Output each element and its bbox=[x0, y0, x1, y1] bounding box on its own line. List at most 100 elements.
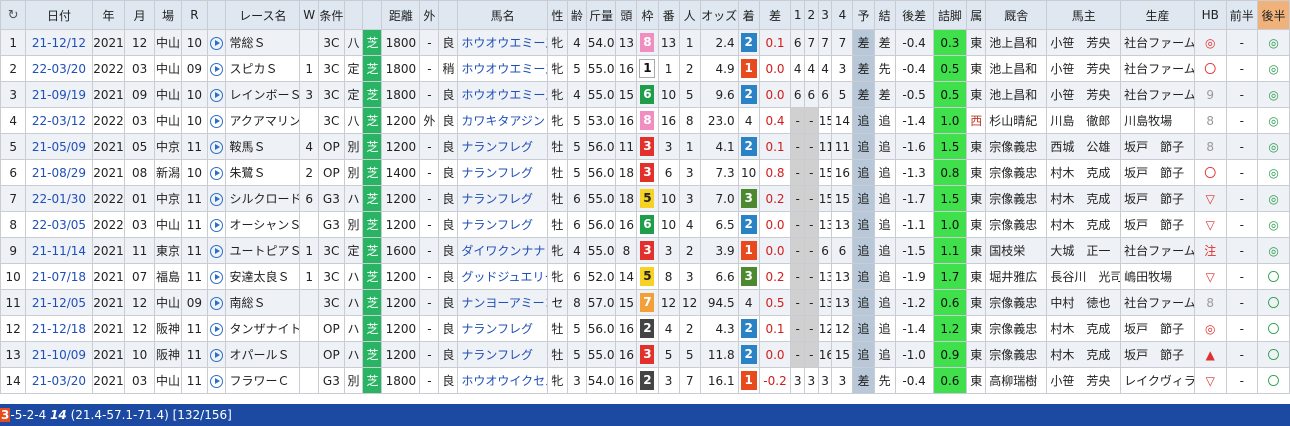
cell-breeder[interactable]: レイクヴィラ bbox=[1120, 367, 1195, 394]
cell-breeder[interactable]: 社台ファーム bbox=[1120, 237, 1195, 264]
cell-horse[interactable]: ナランフレグ bbox=[457, 133, 548, 160]
col-month[interactable]: 月 bbox=[124, 0, 155, 30]
col-out[interactable]: 外 bbox=[419, 0, 440, 30]
play-icon[interactable] bbox=[210, 218, 223, 232]
cell-kyusha[interactable]: 国枝栄 bbox=[985, 237, 1048, 264]
col-breeder[interactable]: 生産 bbox=[1120, 0, 1195, 30]
cell-breeder[interactable]: 坂戸 節子 bbox=[1120, 185, 1195, 212]
col-state[interactable] bbox=[438, 0, 459, 30]
video-cell[interactable] bbox=[206, 55, 227, 82]
cell-date[interactable]: 21-12/18 bbox=[25, 315, 93, 342]
col-odds[interactable]: オッズ bbox=[699, 0, 739, 30]
cell-kyusha[interactable]: 宗像義忠 bbox=[985, 211, 1048, 238]
cell-owner[interactable]: 西城 公雄 bbox=[1046, 133, 1122, 160]
play-icon[interactable] bbox=[210, 36, 223, 50]
cell-race-name[interactable]: 常総Ｓ bbox=[225, 29, 301, 56]
cell-kyusha[interactable]: 池上昌和 bbox=[985, 29, 1048, 56]
cell-kyusha[interactable]: 宗像義忠 bbox=[985, 341, 1048, 368]
cell-race-name[interactable]: 鞍馬Ｓ bbox=[225, 133, 301, 160]
col-owner[interactable]: 馬主 bbox=[1046, 0, 1122, 30]
cell-horse[interactable]: ダイワクンナナ bbox=[457, 237, 548, 264]
cell-owner[interactable]: 村木 克成 bbox=[1046, 159, 1122, 186]
col-zoku[interactable]: 属 bbox=[966, 0, 987, 30]
cell-breeder[interactable]: 坂戸 節子 bbox=[1120, 315, 1195, 342]
col-kohan[interactable]: 後差 bbox=[894, 0, 934, 30]
cell-kyusha[interactable]: 宗像義忠 bbox=[985, 289, 1048, 316]
table-row[interactable]: 9 21-11/14 2021 11 東京 11 ユートピアＳ 1 3C 定芝 1600- 良ダイワク… bbox=[0, 237, 1290, 264]
cell-owner[interactable]: 村木 克成 bbox=[1046, 211, 1122, 238]
cell-race-name[interactable]: アクアマリン bbox=[225, 107, 301, 134]
table-row[interactable]: 6 21-08/29 2021 08 新潟 10 朱鷺Ｓ 2 OP 別芝 1400- 良ナランフレグ牡… bbox=[0, 159, 1290, 186]
cell-kyusha[interactable]: 池上昌和 bbox=[985, 81, 1048, 108]
col-horse[interactable]: 馬名 bbox=[457, 0, 548, 30]
cell-breeder[interactable]: 坂戸 節子 bbox=[1120, 133, 1195, 160]
col-kohan2[interactable]: 後半 bbox=[1257, 0, 1290, 30]
col-ketsu[interactable]: 結 bbox=[873, 0, 896, 30]
cell-breeder[interactable]: 社台ファーム bbox=[1120, 289, 1195, 316]
col-race-name[interactable]: レース名 bbox=[225, 0, 301, 30]
play-icon[interactable] bbox=[210, 296, 223, 310]
play-icon[interactable] bbox=[210, 374, 223, 388]
table-row[interactable]: 13 21-10/09 2021 10 阪神 11 オパールＳ OP ハ芝 1200- 良ナランフレ… bbox=[0, 341, 1290, 368]
cell-race-name[interactable]: ユートピアＳ bbox=[225, 237, 301, 264]
cell-kyusha[interactable]: 宗像義忠 bbox=[985, 159, 1048, 186]
cell-date[interactable]: 22-03/12 bbox=[25, 107, 93, 134]
play-icon[interactable] bbox=[210, 244, 223, 258]
play-icon[interactable] bbox=[210, 192, 223, 206]
video-cell[interactable] bbox=[206, 367, 227, 394]
cell-horse[interactable]: ナランフレグ bbox=[457, 211, 548, 238]
refresh-icon[interactable]: ↻ bbox=[0, 0, 27, 30]
col-year[interactable]: 年 bbox=[91, 0, 126, 30]
cell-horse[interactable]: ナランフレグ bbox=[457, 315, 548, 342]
table-row[interactable]: 10 21-07/18 2021 07 福島 11 安達太良Ｓ 1 3C ハ芝 1200- 良グッドジ… bbox=[0, 263, 1290, 290]
cell-horse[interactable]: グッドジュエリー bbox=[457, 263, 548, 290]
cell-horse[interactable]: カワキタアジン bbox=[457, 107, 548, 134]
col-w[interactable]: W bbox=[299, 0, 320, 30]
col-age[interactable]: 齢 bbox=[566, 0, 587, 30]
cell-horse[interactable]: ナランフレグ bbox=[457, 341, 548, 368]
cell-kyusha[interactable]: 杉山晴紀 bbox=[985, 107, 1048, 134]
cell-date[interactable]: 21-08/29 bbox=[25, 159, 93, 186]
cell-kyusha[interactable]: 堀井雅広 bbox=[985, 263, 1048, 290]
play-icon[interactable] bbox=[210, 322, 223, 336]
video-cell[interactable] bbox=[206, 133, 227, 160]
cell-date[interactable]: 21-10/09 bbox=[25, 341, 93, 368]
cell-date[interactable]: 22-01/30 bbox=[25, 185, 93, 212]
cell-race-name[interactable]: 南総Ｓ bbox=[225, 289, 301, 316]
cell-race-name[interactable]: タンザナイト bbox=[225, 315, 301, 342]
cell-breeder[interactable]: 社台ファーム bbox=[1120, 29, 1195, 56]
cell-race-name[interactable]: シルクロード bbox=[225, 185, 301, 212]
cell-race-name[interactable]: オパールＳ bbox=[225, 341, 301, 368]
cell-breeder[interactable]: 川島牧場 bbox=[1120, 107, 1195, 134]
play-icon[interactable] bbox=[210, 166, 223, 180]
cell-horse[interactable]: ナンヨーアミーコ bbox=[457, 289, 548, 316]
cell-horse[interactable]: ホウオウエミーズ bbox=[457, 81, 548, 108]
cell-date[interactable]: 21-11/14 bbox=[25, 237, 93, 264]
cell-race-name[interactable]: レインボーＳ bbox=[225, 81, 301, 108]
table-row[interactable]: 3 21-09/19 2021 09 中山 10 レインボーＳ 3 3C 定芝 1800- 良ホウオウ… bbox=[0, 81, 1290, 108]
cell-race-name[interactable]: 朱鷺Ｓ bbox=[225, 159, 301, 186]
col-zenhan[interactable]: 前半 bbox=[1225, 0, 1259, 30]
col-waku[interactable]: 枠 bbox=[636, 0, 659, 30]
table-row[interactable]: 14 21-03/20 2021 03 中山 11 フラワーＣ G3 別芝 1800- 良ホウオウイ… bbox=[0, 367, 1290, 394]
video-cell[interactable] bbox=[206, 211, 227, 238]
cell-date[interactable]: 21-09/19 bbox=[25, 81, 93, 108]
video-cell[interactable] bbox=[206, 159, 227, 186]
play-icon[interactable] bbox=[210, 88, 223, 102]
cell-date[interactable]: 21-12/12 bbox=[25, 29, 93, 56]
table-row[interactable]: 1 21-12/12 2021 12 中山 10 常総Ｓ 3C 八芝 1800- 良ホウオウエミーズ… bbox=[0, 29, 1290, 56]
cell-kyusha[interactable]: 宗像義忠 bbox=[985, 133, 1048, 160]
video-cell[interactable] bbox=[206, 341, 227, 368]
table-row[interactable]: 11 21-12/05 2021 12 中山 09 南総Ｓ 3C ハ芝 1200- 良ナンヨーアミー… bbox=[0, 289, 1290, 316]
cell-date[interactable]: 21-03/20 bbox=[25, 367, 93, 394]
col-date[interactable]: 日付 bbox=[25, 0, 93, 30]
col-heads[interactable]: 頭 bbox=[615, 0, 638, 30]
col-pass3[interactable]: 3 bbox=[817, 0, 833, 30]
col-course[interactable] bbox=[362, 0, 383, 30]
cell-race-name[interactable]: スピカＳ bbox=[225, 55, 301, 82]
cell-horse[interactable]: ホウオウエミーズ bbox=[457, 55, 548, 82]
cell-breeder[interactable]: 坂戸 節子 bbox=[1120, 211, 1195, 238]
cell-race-name[interactable]: フラワーＣ bbox=[225, 367, 301, 394]
table-row[interactable]: 12 21-12/18 2021 12 阪神 11 タンザナイト OP ハ芝 1200- 良ナランフ… bbox=[0, 315, 1290, 342]
cell-owner[interactable]: 小笹 芳央 bbox=[1046, 55, 1122, 82]
